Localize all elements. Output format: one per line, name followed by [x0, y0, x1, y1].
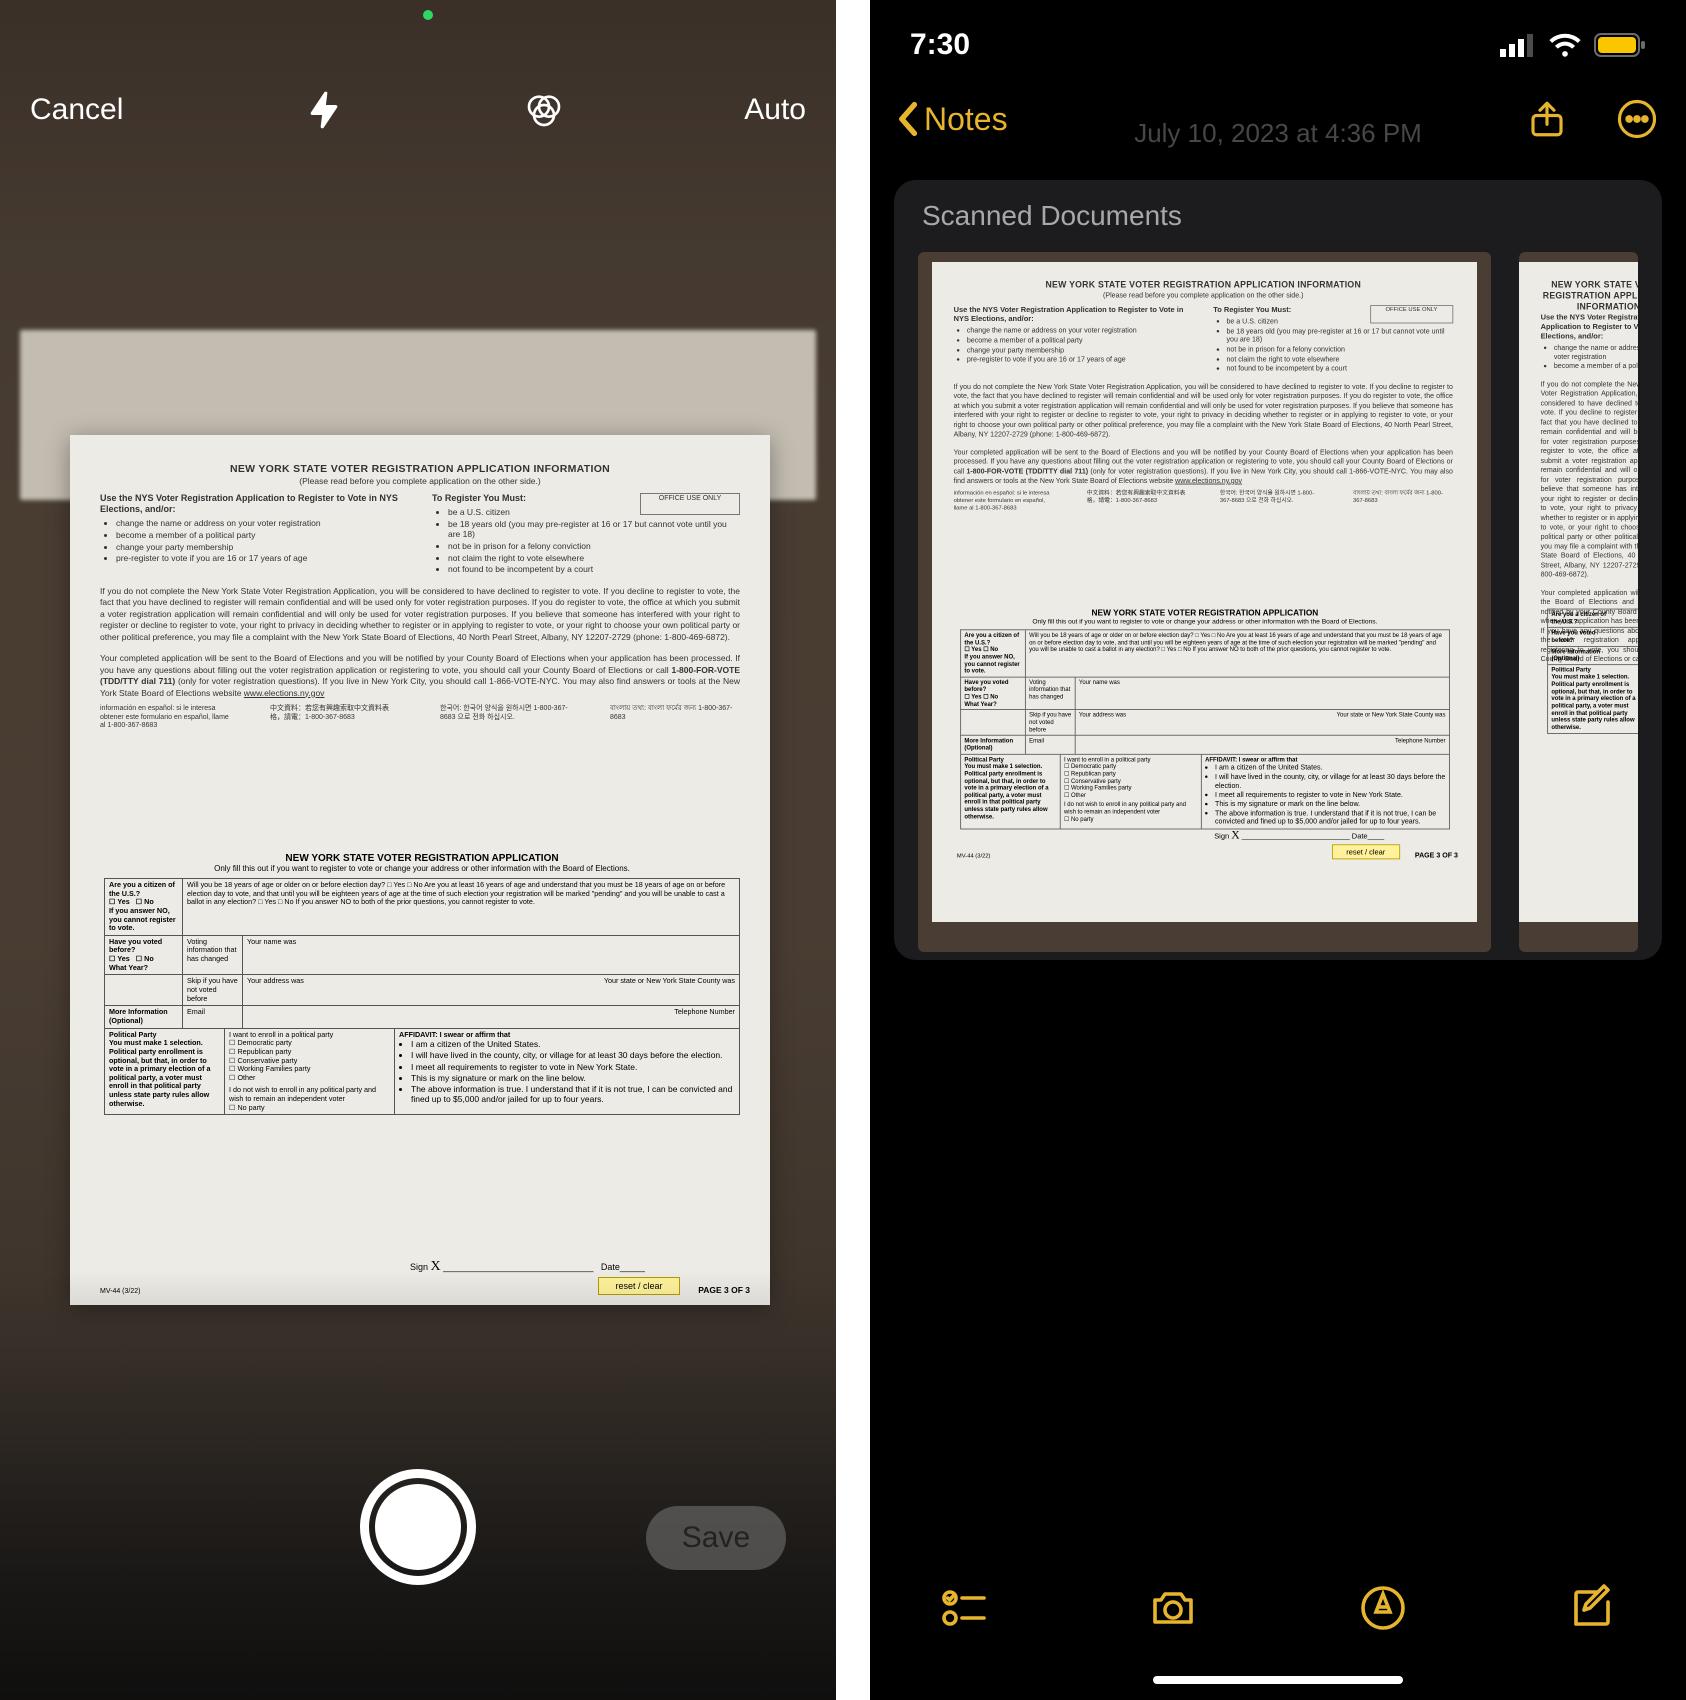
detection-highlight-border — [66, 432, 774, 1310]
camera-privacy-indicator-dot — [423, 10, 433, 20]
checklist-icon[interactable] — [940, 1584, 988, 1632]
camera-icon[interactable] — [1149, 1584, 1197, 1632]
wifi-icon — [1548, 32, 1582, 58]
shutter-button[interactable] — [360, 1469, 476, 1585]
notes-app-screen: 7:30 Notes July 10, 2023 at 4 — [870, 0, 1686, 1700]
scanned-documents-card[interactable]: Scanned Documents NEW YORK STATE VOTER R… — [894, 180, 1662, 960]
screenshot-divider — [836, 0, 870, 1700]
compose-icon[interactable] — [1568, 1584, 1616, 1632]
flash-icon[interactable] — [304, 90, 344, 130]
note-date-line: July 10, 2023 at 4:36 PM — [870, 118, 1686, 149]
auto-mode-button[interactable]: Auto — [744, 93, 806, 127]
filters-icon[interactable] — [524, 90, 564, 130]
scan-camera-screen: Cancel Auto NEW YORK STATE VOTER REGISTR… — [0, 0, 836, 1700]
cancel-button[interactable]: Cancel — [30, 93, 123, 127]
cellular-icon — [1500, 33, 1536, 57]
home-indicator[interactable] — [1153, 1676, 1403, 1684]
scanned-page-thumb-2[interactable]: NEW YORK STATE VOTER REGISTRATION APPLIC… — [1519, 252, 1638, 952]
status-time: 7:30 — [910, 28, 970, 62]
status-bar: 7:30 — [870, 28, 1686, 62]
notes-toolbar — [870, 1584, 1686, 1632]
markup-icon[interactable] — [1359, 1584, 1407, 1632]
scanned-page-thumb-1[interactable]: NEW YORK STATE VOTER REGISTRATION APPLIC… — [918, 252, 1491, 952]
battery-icon — [1594, 32, 1646, 58]
scanned-documents-title: Scanned Documents — [894, 180, 1662, 252]
scan-top-bar: Cancel Auto — [0, 90, 836, 130]
save-button[interactable]: Save — [646, 1506, 786, 1570]
